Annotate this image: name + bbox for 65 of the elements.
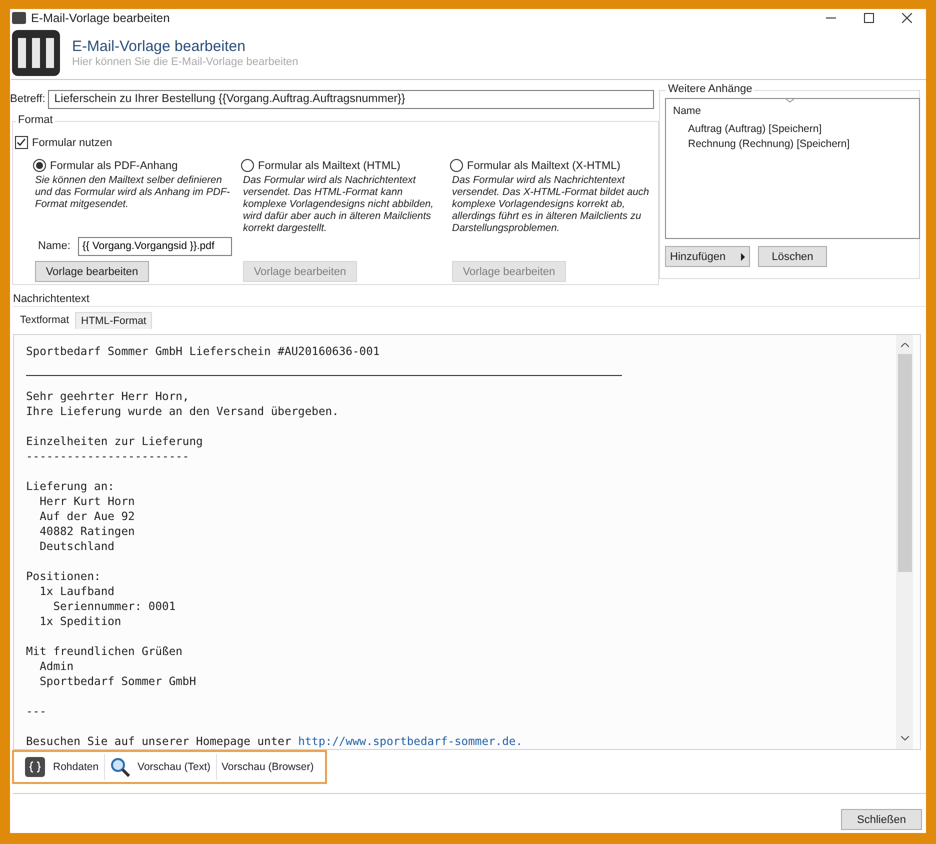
text-line: Lieferung an: [26,479,116,494]
text-line: Sportbedarf Sommer GmbH Lieferschein #AU20160636-001 [26,344,381,359]
text-line: Herr Kurt Horn [38,494,136,509]
edit-template-button[interactable]: Vorlage bearbeiten [35,261,149,282]
text-line: Sportbedarf Sommer GmbH [38,674,198,689]
name-field[interactable]: {{ Vorgang.Vorgangsid }}.pdf [78,236,232,256]
format-tab[interactable]: HTML-Format [75,312,152,329]
group-title: Format [16,114,55,126]
close-icon[interactable] [902,13,912,23]
scroll-down-icon [900,736,908,741]
text-line: Sehr geehrter Herr Horn, [26,389,190,404]
subject-field[interactable]: Lieferschein zu Ihrer Bestellung {{Vorgang.Auftrag.Auftragsnummer}} [48,90,654,108]
option-description: Sie können den Mailtext selber definieren und das Formular wird als Anhang im PDF-Format mitgesendet. [35,175,231,212]
dialog-title: E-Mail-Vorlage bearbeiten [72,38,246,55]
text-line: Mit freundlichen Grüßen [26,644,184,659]
close-button[interactable]: Schließen [841,809,922,830]
logo-icon [12,30,60,76]
text-line: Ihre Lieferung wurde an den Versand übergeben. [26,404,340,419]
scrollbar[interactable] [896,335,913,749]
dialog-subtitle: Hier können Sie die E-Mail-Vorlage bearbeiten [72,56,298,68]
text-line: 1x Laufband [38,584,116,599]
text-line: Seriennummer: 0001 [52,599,177,614]
text-line: Besuchen Sie auf unserer Homepage unter [26,735,292,748]
search-icon [110,757,130,777]
radio-label: Formular als PDF-Anhang [50,160,178,172]
option-description: Das Formular wird als Nachrichtentext versendet. Das HTML-Format kann komplexe Vorlagendesigns nicht abbilden, wird dafür aber auch in älteren Mailclients korrekt dargestellt. [243,175,434,236]
homepage-link[interactable]: http://www.sportbedarf-sommer.de. [298,735,523,748]
subject-label: Betreff: [10,93,46,105]
attachment-item[interactable]: Auftrag (Auftrag) [Speichern] [688,123,919,135]
text-line: Deutschland [38,539,116,554]
text-line: --- [26,704,48,719]
scroll-thumb[interactable] [898,354,912,572]
attachment-item[interactable]: Rechnung (Rechnung) [Speichern] [688,138,919,150]
checkbox[interactable] [15,136,28,149]
section-title: Nachrichtentext [13,293,926,307]
text-line: Auf der Aue 92 [38,509,136,524]
toolbar-button[interactable]: Rohdaten [20,754,105,780]
delete-button[interactable]: Löschen [758,246,827,267]
name-label: Name: [38,240,70,252]
check-icon [16,137,27,148]
radio-label: Formular als Mailtext (X-HTML) [467,160,620,172]
radio-button[interactable] [450,159,463,172]
option-description: Das Formular wird als Nachrichtentext versendet. Das X-HTML-Format bildet auch komplexe Vorlagendesigns korrekt ab, allerdings führt es in älteren Mailclients zu Darstellungsproblemen. [452,175,650,236]
radio-button[interactable] [241,159,254,172]
sort-caret-icon [786,99,794,103]
window-title: E-Mail-Vorlage bearbeiten [31,11,170,25]
text-line: 40882 Ratingen [38,524,136,539]
radio-button[interactable] [33,159,46,172]
text-line: 1x Spedition [38,614,122,629]
text-line: Admin [38,659,75,674]
maximize-icon[interactable] [864,13,874,23]
checkbox-label: Formular nutzen [32,136,112,148]
group-title: Weitere Anhänge [666,83,754,95]
app-logo-icon [12,12,26,24]
text-line: Einzelheiten zur Lieferung [26,434,204,449]
caret-icon [741,252,745,260]
scroll-up-icon [900,343,908,348]
text-line: Positionen: [26,569,102,584]
toolbar-button[interactable]: Vorschau (Text) [104,754,216,780]
braces-icon [25,757,45,777]
column-header[interactable]: Name [673,105,919,117]
radio-label: Formular als Mailtext (HTML) [258,160,400,172]
toolbar-button[interactable]: Vorschau (Browser) [216,754,319,780]
add-menu-button[interactable]: Hinzufügen [665,246,750,267]
text-line: ------------------------ [26,449,190,464]
